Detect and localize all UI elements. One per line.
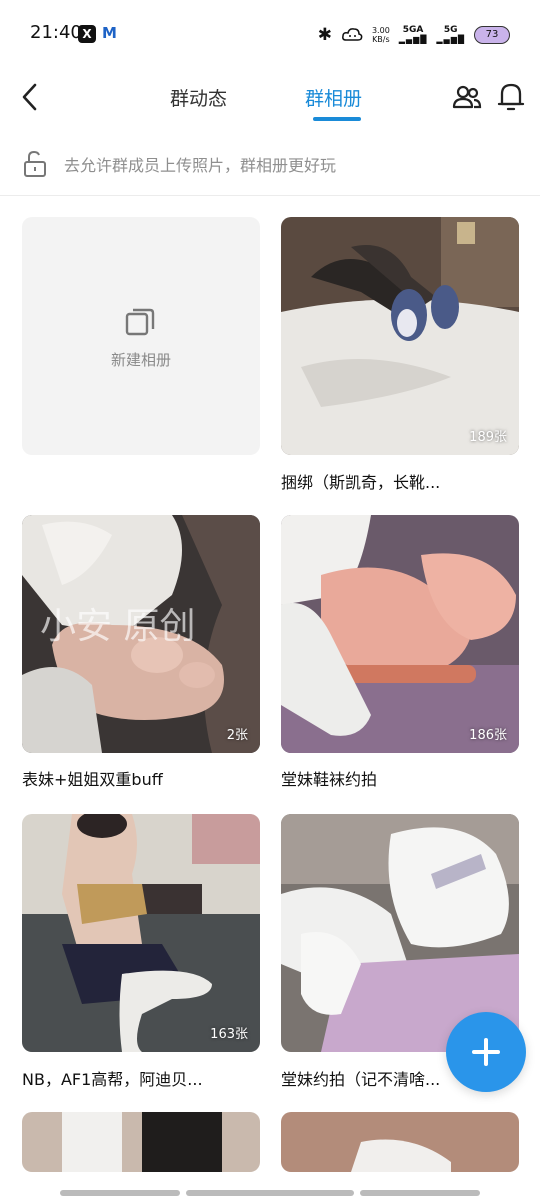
photo-count: 186张 bbox=[469, 728, 507, 743]
signal-bars-icon: ▂▄▆█ bbox=[398, 35, 428, 44]
album-title[interactable]: 捆绑（斯凯奇，长靴... bbox=[281, 469, 519, 493]
album-card[interactable]: 小安 原创 2张 bbox=[22, 515, 260, 753]
album-cover-image bbox=[281, 1112, 519, 1172]
network-speed-value: 3.00 bbox=[371, 26, 390, 35]
new-album-card[interactable]: 新建相册 bbox=[22, 217, 260, 455]
battery-icon: 73 bbox=[474, 26, 510, 44]
photo-count: 189张 bbox=[469, 430, 507, 445]
add-photo-button[interactable] bbox=[446, 1012, 526, 1092]
x-app-icon: X bbox=[78, 25, 96, 43]
cloud-bot-icon bbox=[342, 28, 363, 41]
album-card[interactable]: 163张 bbox=[22, 814, 260, 1052]
bluetooth-icon: ✱ bbox=[317, 25, 332, 45]
divider bbox=[0, 195, 540, 196]
signal-5g-label: 5G bbox=[443, 25, 458, 35]
album-card[interactable]: 189张 bbox=[281, 217, 519, 455]
photo-count: 2张 bbox=[226, 728, 248, 743]
signal-5ga-label: 5GA bbox=[402, 25, 424, 35]
album-card[interactable] bbox=[22, 1112, 260, 1172]
plus-icon bbox=[484, 1038, 488, 1066]
album-title[interactable]: 表妹+姐姐双重buff bbox=[22, 766, 260, 790]
album-cover-image bbox=[22, 1112, 260, 1172]
status-bar: 21:40 X M ✱ 3.00 KB/s 5GA ▂▄▆█ 5G ▂▄▆█ 7… bbox=[0, 0, 540, 70]
signal-5g: 5G ▂▄▆█ bbox=[436, 25, 465, 45]
chevron-left-icon[interactable] bbox=[18, 82, 44, 112]
group-members-icon[interactable] bbox=[452, 82, 482, 112]
gesture-bar[interactable] bbox=[186, 1190, 354, 1196]
copy-icon bbox=[125, 308, 155, 336]
album-card[interactable]: 186张 bbox=[281, 515, 519, 753]
album-cover-image bbox=[22, 814, 260, 1052]
status-indicators: ✱ 3.00 KB/s 5GA ▂▄▆█ 5G ▂▄▆█ 73 bbox=[318, 22, 510, 48]
gesture-bar[interactable] bbox=[360, 1190, 480, 1196]
signal-5ga: 5GA ▂▄▆█ bbox=[398, 25, 428, 45]
top-nav: 群动态 群相册 bbox=[0, 70, 540, 128]
album-card[interactable] bbox=[281, 1112, 519, 1172]
status-time: 21:40 bbox=[30, 22, 82, 43]
album-title[interactable]: NB，AF1高帮，阿迪贝... bbox=[22, 1066, 260, 1090]
gesture-bar[interactable] bbox=[60, 1190, 180, 1196]
album-cover-image bbox=[281, 515, 519, 753]
active-tab-indicator bbox=[313, 117, 361, 121]
bell-icon[interactable] bbox=[497, 80, 525, 112]
gmail-app-icon: M bbox=[102, 24, 117, 42]
network-speed: 3.00 KB/s bbox=[372, 26, 390, 44]
album-title[interactable]: 堂妹鞋袜约拍 bbox=[281, 766, 519, 790]
new-album-label: 新建相册 bbox=[110, 351, 171, 369]
tab-group-dynamics[interactable]: 群动态 bbox=[170, 84, 227, 111]
watermark-text: 小安 原创 bbox=[40, 606, 196, 647]
album-cover-image bbox=[281, 217, 519, 455]
photo-count: 163张 bbox=[210, 1027, 248, 1042]
network-speed-unit: KB/s bbox=[372, 35, 390, 44]
unlock-icon bbox=[24, 150, 46, 177]
signal-bars-icon: ▂▄▆█ bbox=[436, 35, 465, 44]
tab-group-album[interactable]: 群相册 bbox=[305, 84, 362, 111]
notice-text: 去允许群成员上传照片，群相册更好玩 bbox=[64, 156, 337, 175]
upload-permission-notice[interactable]: 去允许群成员上传照片，群相册更好玩 bbox=[0, 140, 540, 188]
